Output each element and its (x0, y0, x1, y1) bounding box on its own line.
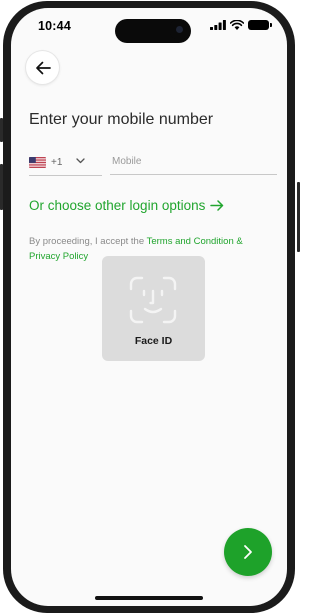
side-button-volume (0, 164, 3, 210)
back-button[interactable] (26, 51, 59, 84)
side-button-action (0, 118, 3, 142)
app-screen: 10:44 Enter your mobile number +1 Mobile… (11, 8, 287, 606)
chevron-right-icon (244, 545, 252, 559)
side-button-power (297, 182, 300, 252)
arrow-left-icon (35, 61, 51, 74)
face-id-icon (129, 276, 177, 324)
arrow-right-icon (210, 200, 224, 211)
face-id-button[interactable]: Face ID (102, 256, 205, 361)
camera-icon (169, 19, 190, 40)
signal-bars-icon (210, 20, 226, 30)
other-login-options-label: Or choose other login options (29, 198, 206, 213)
mobile-number-input[interactable] (110, 155, 277, 175)
phone-frame: 10:44 Enter your mobile number +1 Mobile… (3, 1, 295, 613)
next-button[interactable] (224, 528, 272, 576)
wifi-icon (230, 20, 244, 30)
page-title: Enter your mobile number (29, 111, 214, 128)
chevron-down-icon (76, 158, 86, 164)
status-time: 10:44 (38, 19, 71, 33)
battery-full-icon (248, 20, 272, 30)
home-indicator[interactable] (95, 596, 203, 600)
status-icons (210, 20, 272, 30)
country-code-selector[interactable]: +1 (29, 155, 102, 176)
face-id-label: Face ID (134, 335, 173, 347)
dial-code: +1 (51, 157, 63, 168)
consent-prefix: By proceeding, I accept the (29, 236, 147, 247)
us-flag-icon (29, 157, 46, 168)
other-login-options-link[interactable]: Or choose other login options (29, 198, 224, 213)
